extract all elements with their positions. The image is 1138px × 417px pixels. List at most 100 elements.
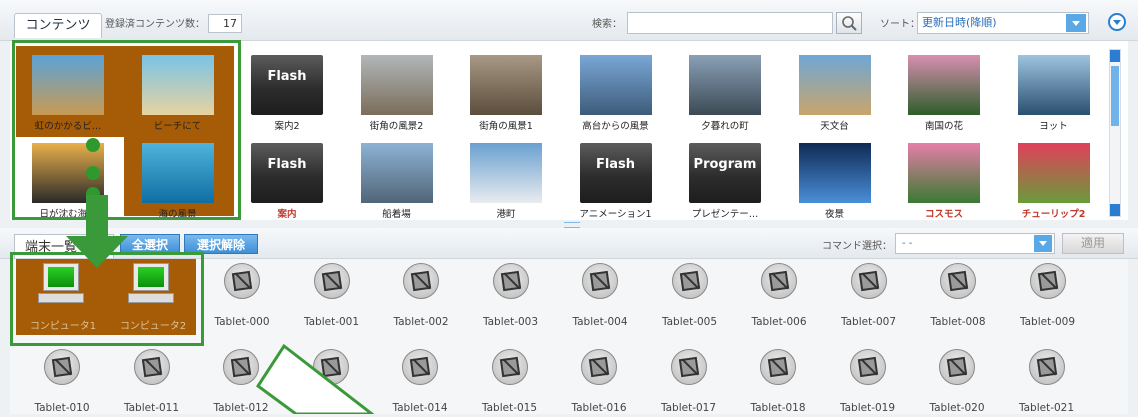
terminal-tablet[interactable]: Tablet-011 [108, 345, 196, 417]
photo-thumbnail [798, 55, 871, 115]
terminal-tablet[interactable]: Tablet-020 [913, 345, 1001, 417]
search-button[interactable] [836, 12, 862, 34]
terminal-tablet[interactable]: Tablet-013 [287, 345, 375, 417]
content-item[interactable]: 夕暮れの町 [673, 49, 777, 135]
content-item[interactable]: 高台からの風景 [564, 49, 668, 135]
flash-thumbnail: Flash [251, 143, 323, 203]
content-item[interactable]: Flash 案内2 [235, 49, 339, 135]
terminal-label: Tablet-019 [839, 402, 896, 414]
content-item[interactable]: Flash 案内 [235, 137, 339, 223]
terminal-tablet[interactable]: Tablet-010 [18, 345, 106, 417]
content-label: コスモス [924, 209, 963, 220]
sort-select[interactable]: 更新日時(降順) [917, 12, 1089, 34]
content-item[interactable]: Program プレゼンテー… [673, 137, 777, 223]
select-all-button[interactable]: 全選択 [120, 234, 180, 254]
program-thumbnail: Program [689, 143, 761, 203]
deselect-button[interactable]: 選択解除 [184, 234, 258, 254]
terminal-tablet[interactable]: Tablet-000 [198, 259, 286, 331]
content-item[interactable]: 船着場 [345, 137, 449, 223]
terminal-tablet[interactable]: Tablet-019 [824, 345, 912, 417]
terminal-label: Tablet-012 [213, 402, 269, 414]
flash-thumbnail: Flash [579, 143, 652, 203]
content-label: 高台からの風景 [582, 121, 649, 132]
registered-count-value: 17 [208, 14, 242, 33]
content-item[interactable]: コスモス [892, 137, 996, 223]
terminal-label: Tablet-000 [214, 316, 270, 328]
content-item[interactable]: チューリップ2 [1002, 137, 1106, 223]
terminal-tablet[interactable]: Tablet-015 [466, 345, 554, 417]
tablet-offline-icon [403, 263, 439, 299]
terminal-label: Tablet-021 [1018, 402, 1075, 414]
scroll-down-icon[interactable] [1110, 204, 1120, 216]
terminal-label: Tablet-020 [929, 402, 985, 414]
terminal-tablet[interactable]: Tablet-005 [646, 259, 734, 331]
content-label: ヨット [1039, 121, 1068, 132]
terminal-label: Tablet-001 [303, 316, 360, 328]
terminal-tablet[interactable]: Tablet-008 [914, 259, 1002, 331]
terminal-tablet[interactable]: Tablet-017 [645, 345, 733, 417]
content-item[interactable]: Flash アニメーション1 [564, 137, 668, 223]
content-label: 案内 [277, 209, 297, 220]
annotation-frame-contents [12, 40, 241, 220]
photo-thumbnail [798, 143, 871, 203]
tablet-offline-icon [1029, 263, 1066, 299]
terminal-tablet[interactable]: Tablet-007 [825, 259, 913, 331]
content-label: 港町 [496, 209, 516, 220]
content-item[interactable]: 港町 [454, 137, 558, 223]
terminal-label: Tablet-014 [392, 402, 448, 414]
tablet-offline-icon [850, 263, 887, 299]
terminal-tablet[interactable]: Tablet-004 [556, 259, 644, 331]
tablet-offline-icon [133, 349, 170, 385]
content-item[interactable]: ヨット [1002, 49, 1106, 135]
terminal-tablet[interactable]: Tablet-014 [376, 345, 464, 417]
scroll-up-icon[interactable] [1110, 50, 1120, 62]
content-item[interactable]: 夜景 [783, 137, 887, 223]
terminal-tablet[interactable]: Tablet-001 [288, 259, 376, 331]
content-label: 南国の花 [924, 121, 963, 132]
terminal-tablet[interactable]: Tablet-006 [735, 259, 823, 331]
tablet-offline-icon [492, 263, 529, 299]
terminal-tablet[interactable]: Tablet-003 [467, 259, 555, 331]
scrollbar-thumb[interactable] [1111, 66, 1119, 126]
terminal-label: Tablet-002 [393, 316, 449, 328]
command-dropdown-arrow-icon[interactable] [1034, 235, 1052, 252]
terminal-tablet[interactable]: Tablet-002 [377, 259, 465, 331]
sort-dropdown-arrow-icon[interactable] [1066, 14, 1086, 32]
search-input[interactable] [627, 12, 833, 34]
search-icon [842, 16, 857, 31]
terminal-tablet[interactable]: Tablet-021 [1003, 345, 1091, 417]
tablet-offline-icon [223, 349, 259, 385]
annotation-frame-terminals [10, 252, 204, 346]
terminal-label: Tablet-010 [34, 402, 90, 414]
tablet-offline-icon [491, 349, 528, 385]
annotation-dot [86, 138, 100, 152]
tab-contents[interactable]: コンテンツ [14, 13, 102, 38]
registered-count-label: 登録済コンテンツ数： [105, 19, 205, 30]
photo-thumbnail [1017, 55, 1090, 115]
terminal-label: Tablet-017 [660, 402, 717, 414]
terminal-tablet[interactable]: Tablet-009 [1004, 259, 1092, 331]
terminal-tablet[interactable]: Tablet-016 [555, 345, 643, 417]
apply-button[interactable]: 適用 [1062, 233, 1124, 254]
flash-thumbnail: Flash [251, 55, 323, 115]
collapse-panel-icon[interactable] [1108, 13, 1126, 31]
photo-thumbnail [908, 143, 980, 203]
content-item[interactable]: 南国の花 [892, 49, 996, 135]
content-label: チューリップ2 [1021, 209, 1086, 220]
photo-thumbnail [360, 143, 433, 203]
content-item[interactable]: 街角の風景2 [345, 49, 449, 135]
command-select[interactable]: - - [895, 233, 1055, 254]
tablet-offline-icon [224, 263, 260, 299]
content-label: 夕暮れの町 [701, 121, 749, 132]
terminal-label: Tablet-007 [840, 316, 897, 328]
terminal-tablet[interactable]: Tablet-012 [197, 345, 285, 417]
content-scrollbar[interactable] [1109, 49, 1121, 217]
content-item[interactable]: 天文台 [783, 49, 887, 135]
thumbnail-text: Program [693, 157, 757, 172]
terminal-label: Tablet-003 [482, 316, 539, 328]
photo-thumbnail [470, 55, 542, 115]
content-item[interactable]: 街角の風景1 [454, 49, 558, 135]
terminal-tablet[interactable]: Tablet-018 [734, 345, 822, 417]
photo-thumbnail [908, 55, 980, 115]
tablet-offline-icon [402, 349, 438, 385]
